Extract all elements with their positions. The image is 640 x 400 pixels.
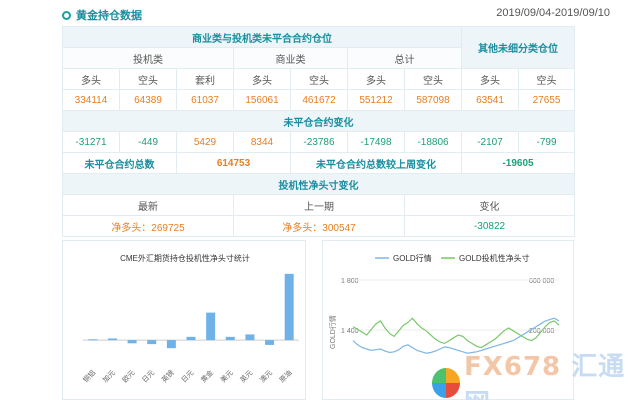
spec-col-change: 变化 — [403, 194, 576, 216]
bar-chart-title: CME外汇期货持仓投机性净头寸统计 — [120, 253, 250, 263]
bar — [186, 336, 196, 341]
legend-gold: GOLD行情 — [393, 253, 432, 263]
group-spec: 投机类 — [62, 47, 234, 69]
other-header: 其他未细分类仓位 — [461, 26, 576, 69]
value-cell: 61037 — [176, 89, 234, 111]
change-cell: -31271 — [62, 131, 120, 153]
change-row: -31271 -449 5429 8344 -23786 -17498 -188… — [62, 131, 576, 153]
bar-x-tick: 原油 — [277, 368, 293, 384]
title-wrap: 黄金持仓数据 — [62, 7, 142, 23]
bar-x-tick: 加元 — [101, 368, 117, 384]
bar — [245, 334, 255, 341]
bar — [127, 340, 137, 344]
bar-x-tick: 澳元 — [258, 368, 274, 384]
value-cell: 587098 — [403, 89, 463, 111]
change-cell: -799 — [518, 131, 576, 153]
value-cell: 334114 — [62, 89, 120, 111]
value-cell: 551212 — [347, 89, 405, 111]
value-cell: 27655 — [518, 89, 576, 111]
bar — [147, 340, 157, 345]
value-cell: 156061 — [233, 89, 291, 111]
change-cell: -2107 — [461, 131, 520, 153]
watermark-text: FX678 汇通网 — [464, 346, 640, 400]
bar-x-tick: 黄金 — [199, 368, 215, 384]
value-cell: 63541 — [461, 89, 520, 111]
cme-bar-chart-panel: CME外汇期货持仓投机性净头寸统计 铜铝 加元 欧元 日元 英镑 日元 黄金 美元 英元 澳元 原油 — [62, 240, 306, 400]
change-cell: -23786 — [290, 131, 348, 153]
spec-header: 投机性净头寸变化 — [61, 173, 576, 195]
bar-x-tick: 铜铝 — [81, 368, 97, 384]
spec-value-row: 净多头：269725 净多头：300547 -30822 — [62, 215, 576, 237]
date-range: 2019/09/04-2019/09/10 — [496, 7, 610, 19]
value-cell: 64389 — [119, 89, 177, 111]
bar — [265, 340, 275, 345]
bar — [107, 338, 117, 341]
bar — [206, 312, 216, 341]
watermark: FX678 汇通网 — [432, 346, 640, 400]
spec-latest-value: 净多头：269725 — [62, 215, 234, 237]
col-label: 空头 — [518, 68, 576, 90]
bar — [166, 340, 176, 349]
total-value: 614753 — [176, 152, 291, 174]
group-commercial: 商业类 — [233, 47, 348, 69]
group-total: 总计 — [346, 47, 463, 69]
spec-col-previous: 上一期 — [233, 194, 405, 216]
col-label: 多头 — [62, 68, 120, 90]
y-right-tick: 600 000 — [529, 278, 554, 285]
spec-col-latest: 最新 — [62, 194, 234, 216]
spec-change-value: -30822 — [403, 215, 576, 237]
fx678-logo-icon — [432, 368, 461, 398]
total-label: 未平仓合约总数 — [62, 152, 177, 174]
col-label: 多头 — [347, 68, 405, 90]
y-left-tick: 1 800 — [341, 278, 359, 285]
weekly-label: 未平仓合约总数较上周变化 — [289, 152, 463, 174]
col-label: 空头 — [290, 68, 348, 90]
page-header: 黄金持仓数据 2019/09/04-2019/09/10 — [0, 0, 640, 26]
bar — [88, 339, 98, 341]
change-header: 未平仓合约变化 — [61, 110, 576, 132]
positions-table: 商业类与投机类未平合合约仓位 其他未细分类仓位 投机类 商业类 总计 多头 空头… — [61, 26, 576, 237]
total-row: 未平仓合约总数 614753 未平仓合约总数较上周变化 -19605 — [62, 152, 576, 174]
cme-bar-chart: CME外汇期货持仓投机性净头寸统计 铜铝 加元 欧元 日元 英镑 日元 黄金 美元 英元 澳元 原油 — [81, 253, 299, 385]
bar-x-tick: 日元 — [141, 369, 157, 385]
main-header: 商业类与投机类未平合合约仓位 — [61, 26, 463, 48]
circle-icon — [62, 10, 71, 20]
col-label: 多头 — [233, 68, 291, 90]
value-cell: 461672 — [290, 89, 348, 111]
change-cell: -17498 — [347, 131, 405, 153]
weekly-value: -19605 — [461, 152, 576, 174]
watermark-text-a: FX678 — [464, 352, 562, 382]
bar-x-tick: 美元 — [218, 368, 234, 384]
col-label: 套利 — [176, 68, 234, 90]
col-label-row: 多头 空头 套利 多头 空头 多头 空头 多头 空头 — [62, 68, 576, 90]
value-row: 334114 64389 61037 156061 461672 551212 … — [62, 89, 576, 111]
bar — [225, 336, 235, 341]
change-cell: -18806 — [403, 131, 463, 153]
bar — [284, 273, 294, 341]
change-cell: 5429 — [176, 131, 234, 153]
bar-x-tick: 英镑 — [160, 368, 176, 384]
spec-previous-value: 净多头：300547 — [233, 215, 405, 237]
spec-label-row: 最新 上一期 变化 — [62, 194, 576, 216]
change-cell: -449 — [119, 131, 177, 153]
page-title: 黄金持仓数据 — [76, 10, 142, 22]
col-label: 空头 — [403, 68, 463, 90]
bar-x-tick: 欧元 — [120, 368, 136, 384]
col-label: 多头 — [461, 68, 520, 90]
col-label: 空头 — [119, 68, 177, 90]
change-cell: 8344 — [233, 131, 291, 153]
bar-x-tick: 日元 — [180, 369, 196, 385]
legend-net: GOLD投机性净头寸 — [459, 253, 530, 263]
bar-x-tick: 英元 — [238, 368, 254, 384]
y-left-axis-label: GOLD行情 — [328, 315, 337, 349]
